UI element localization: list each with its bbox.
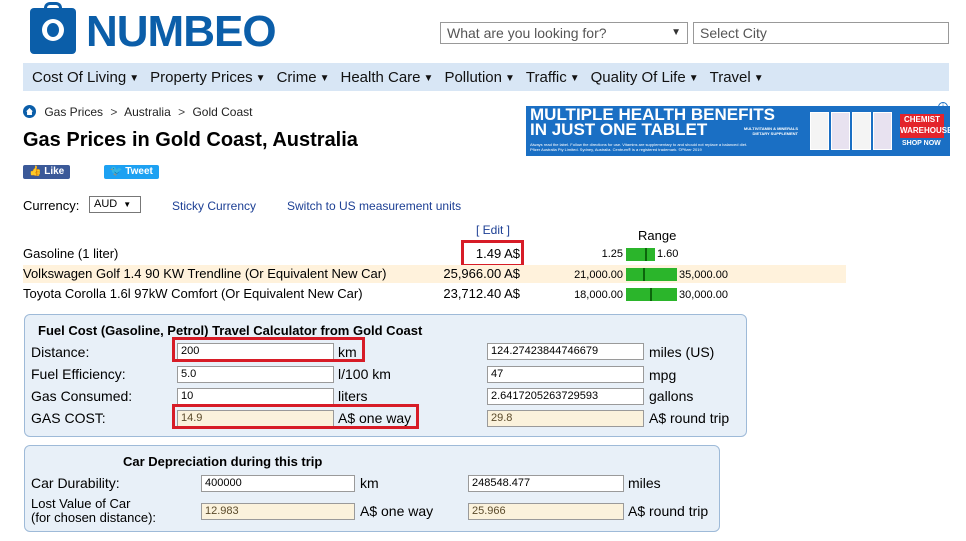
tweet-button[interactable]: 🐦 Tweet — [104, 165, 159, 179]
city-placeholder: Select City — [700, 25, 767, 41]
range-marker — [643, 268, 645, 281]
nav-item-health-care[interactable]: Health Care ▼ — [340, 69, 433, 86]
car-durability-label: Car Durability: — [31, 475, 120, 491]
breadcrumb-gold-coast[interactable]: Gold Coast — [192, 105, 252, 119]
city-input[interactable]: Select City — [693, 22, 949, 44]
distance-miles-unit: miles (US) — [649, 344, 715, 360]
car-durability-unit: km — [360, 475, 379, 491]
ad-headline-2: IN JUST ONE TABLET — [530, 120, 708, 139]
item-price: 25,966.00 A$ — [443, 266, 520, 281]
ad-shop-now[interactable]: SHOP NOW — [902, 140, 941, 147]
gallons-unit: gallons — [649, 388, 694, 404]
breadcrumb-separator: > — [110, 105, 118, 119]
breadcrumb-separator: > — [178, 105, 186, 119]
range-min: 18,000.00 — [574, 289, 623, 301]
nav-item-traffic[interactable]: Traffic ▼ — [526, 69, 580, 86]
twitter-bird-icon: 🐦 — [110, 166, 123, 177]
lost-value-label: Lost Value of Car (for chosen distance): — [31, 496, 157, 525]
lost-value-unit: A$ one way — [360, 503, 434, 519]
range-min: 1.25 — [601, 248, 623, 260]
fuel-efficiency-label: Fuel Efficiency: — [31, 366, 126, 382]
chevron-down-icon: ▼ — [319, 72, 330, 84]
sticky-currency-link[interactable]: Sticky Currency — [172, 199, 256, 213]
gas-cost-label: GAS COST: — [31, 410, 106, 426]
breadcrumb-australia[interactable]: Australia — [124, 105, 171, 119]
logo-text: NUMBEO — [86, 7, 277, 56]
switch-units-link[interactable]: Switch to US measurement units — [287, 199, 461, 213]
lost-value-round-trip-input[interactable]: 25.966 — [468, 503, 624, 520]
item-name: Volkswagen Golf 1.4 90 KW Trendline (Or … — [23, 266, 387, 281]
nav-item-travel[interactable]: Travel ▼ — [710, 69, 764, 86]
product-boxes-image — [810, 112, 894, 150]
search-select[interactable]: What are you looking for? ▼ — [440, 22, 688, 44]
chevron-down-icon: ▼ — [123, 200, 132, 209]
chevron-down-icon: ▼ — [423, 72, 434, 84]
gas-cost-callout — [172, 404, 419, 429]
chevron-down-icon: ▼ — [569, 72, 580, 84]
range-max: 1.60 — [657, 248, 679, 260]
suitcase-globe-icon — [30, 2, 76, 54]
gas-cost-round-trip-input[interactable]: 29.8 — [487, 410, 644, 427]
home-icon[interactable] — [23, 105, 36, 118]
depreciation-title: Car Depreciation during this trip — [123, 454, 323, 469]
range-marker — [650, 288, 652, 301]
gas-cost-round-trip-unit: A$ round trip — [649, 410, 730, 426]
breadcrumb: Gas Prices > Australia > Gold Coast — [23, 103, 252, 119]
range-bar — [626, 248, 655, 261]
range-max: 35,000.00 — [679, 269, 728, 281]
item-name: Toyota Corolla 1.6l 97kW Comfort (Or Equ… — [23, 286, 363, 301]
mpg-unit: mpg — [649, 367, 677, 383]
thumbs-up-icon: 👍 — [29, 166, 42, 177]
breadcrumb-gas-prices[interactable]: Gas Prices — [44, 105, 103, 119]
ad-brand-logo: CHEMIST WAREHOUSE — [900, 114, 950, 138]
gas-consumed-label: Gas Consumed: — [31, 388, 133, 404]
chevron-down-icon: ▼ — [129, 72, 140, 84]
range-max: 30,000.00 — [679, 289, 728, 301]
facebook-like-button[interactable]: 👍 Like — [23, 165, 71, 179]
ad-fine-print: Always read the label. Follow the direct… — [530, 142, 748, 152]
ad-info-icon[interactable]: i — [938, 102, 948, 112]
currency-label: Currency: — [23, 198, 80, 213]
chevron-down-icon: ▼ — [504, 72, 515, 84]
item-price: 23,712.40 A$ — [443, 286, 520, 301]
distance-callout — [172, 337, 365, 362]
ad-subline: MULTIVITAMIN & MINERALS DIETARY SUPPLEME… — [743, 126, 798, 136]
range-header: Range — [638, 228, 677, 243]
range-min: 21,000.00 — [574, 269, 623, 281]
car-durability-input[interactable]: 400000 — [201, 475, 355, 492]
chevron-down-icon: ▼ — [671, 27, 681, 38]
ad-banner[interactable]: MULTIPLE HEALTH BENEFITS IN JUST ONE TAB… — [526, 106, 950, 156]
gas-consumed-unit: liters — [338, 388, 368, 404]
nav-item-crime[interactable]: Crime ▼ — [277, 69, 330, 86]
nav-item-quality-of-life[interactable]: Quality Of Life ▼ — [591, 69, 699, 86]
fuel-efficiency-input[interactable]: 5.0 — [177, 366, 334, 383]
chevron-down-icon: ▼ — [753, 72, 764, 84]
chevron-down-icon: ▼ — [688, 72, 699, 84]
page-title: Gas Prices in Gold Coast, Australia — [23, 129, 358, 151]
fuel-calculator-title: Fuel Cost (Gasoline, Petrol) Travel Calc… — [38, 323, 423, 338]
gallons-input[interactable]: 2.6417205263729593 — [487, 388, 644, 405]
nav-item-cost-of-living[interactable]: Cost Of Living ▼ — [32, 69, 139, 86]
lost-value-round-trip-unit: A$ round trip — [628, 503, 709, 519]
distance-miles-input[interactable]: 124.27423844746679 — [487, 343, 644, 360]
chevron-down-icon: ▼ — [255, 72, 266, 84]
currency-select[interactable]: AUD ▼ — [89, 196, 141, 213]
item-name: Gasoline (1 liter) — [23, 246, 119, 261]
car-durability-miles-input[interactable]: 248548.477 — [468, 475, 624, 492]
gas-consumed-input[interactable]: 10 — [177, 388, 334, 405]
distance-label: Distance: — [31, 344, 90, 360]
range-marker — [645, 248, 647, 261]
price-callout — [461, 240, 524, 267]
main-nav: Cost Of Living ▼ Property Prices ▼ Crime ▼ … — [23, 63, 949, 91]
car-durability-miles-unit: miles — [628, 475, 661, 491]
mpg-input[interactable]: 47 — [487, 366, 644, 383]
lost-value-input[interactable]: 12.983 — [201, 503, 355, 520]
fuel-efficiency-unit: l/100 km — [338, 366, 391, 382]
nav-item-property-prices[interactable]: Property Prices ▼ — [150, 69, 265, 86]
search-placeholder: What are you looking for? — [447, 25, 607, 41]
nav-item-pollution[interactable]: Pollution ▼ — [444, 69, 514, 86]
edit-link[interactable]: [ Edit ] — [476, 223, 510, 237]
range-bar — [626, 268, 677, 281]
